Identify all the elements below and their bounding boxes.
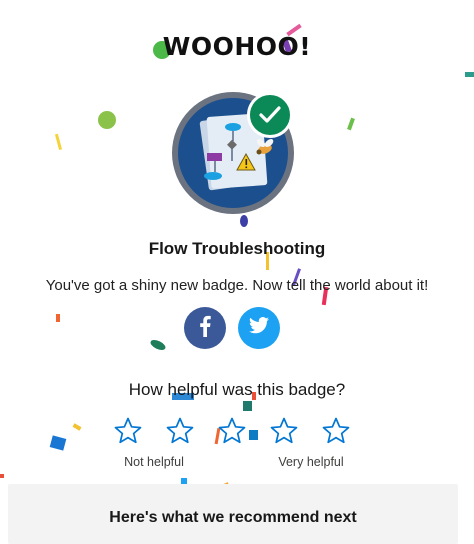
recommendation-panel: Here's what we recommend next bbox=[8, 484, 458, 544]
star-icon bbox=[270, 417, 298, 444]
facebook-icon bbox=[199, 315, 211, 342]
twitter-icon bbox=[249, 317, 269, 339]
star-rating-4[interactable] bbox=[269, 416, 299, 446]
star-rating bbox=[0, 416, 474, 448]
rating-low-label: Not helpful bbox=[124, 455, 184, 469]
star-icon bbox=[218, 417, 246, 444]
badge-earned-modal: WOOHOO! Flow Troubleshooting You've got … bbox=[0, 0, 474, 544]
rating-high-label: Very helpful bbox=[278, 455, 344, 469]
badge-title: Flow Troubleshooting bbox=[148, 239, 326, 258]
feedback-question: How helpful was this badge? bbox=[128, 380, 346, 399]
star-icon bbox=[114, 417, 142, 444]
star-rating-1[interactable] bbox=[113, 416, 143, 446]
star-rating-5[interactable] bbox=[321, 416, 351, 446]
twitter-share-button[interactable] bbox=[238, 307, 280, 349]
badge-subtitle: You've got a shiny new badge. Now tell t… bbox=[45, 277, 429, 294]
checkmark-icon bbox=[247, 92, 293, 138]
star-rating-3[interactable] bbox=[217, 416, 247, 446]
star-icon bbox=[166, 417, 194, 444]
recommendation-title: Here's what we recommend next bbox=[109, 509, 357, 526]
facebook-share-button[interactable] bbox=[184, 307, 226, 349]
star-rating-2[interactable] bbox=[165, 416, 195, 446]
star-icon bbox=[322, 417, 350, 444]
confetti-decoration bbox=[0, 23, 474, 531]
headline: WOOHOO! bbox=[162, 32, 312, 61]
